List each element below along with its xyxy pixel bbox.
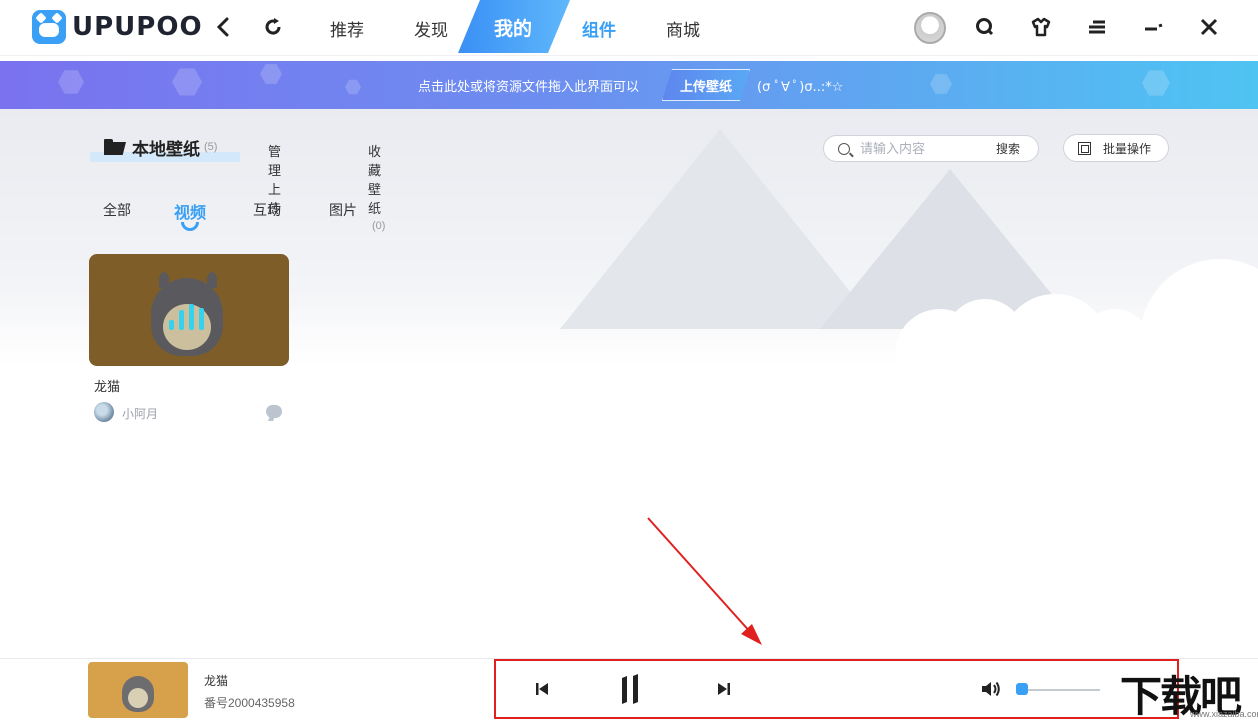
- folder-icon: [104, 139, 126, 155]
- back-icon[interactable]: [210, 14, 236, 40]
- player-bar: 龙猫 番号2000435958: [0, 658, 1258, 720]
- search-box: 搜索: [823, 135, 1039, 162]
- logo-cat-icon: [32, 10, 66, 44]
- search-field-icon: [838, 142, 850, 155]
- author-avatar[interactable]: [94, 402, 114, 422]
- search-button[interactable]: 搜索: [996, 140, 1020, 157]
- wallpaper-thumbnail[interactable]: [89, 254, 289, 366]
- top-bar: UPUPOO 推荐 发现 我的 组件 商城: [0, 0, 1258, 56]
- next-icon[interactable]: [714, 679, 734, 699]
- batch-label: 批量操作: [1103, 141, 1152, 156]
- tab-favorite-wallpapers[interactable]: 收藏壁纸 (0): [368, 141, 385, 232]
- banner-emote: (σ ﾟ∀ ﾟ)σ..:*☆: [757, 80, 844, 95]
- comment-icon[interactable]: [266, 405, 282, 418]
- site-watermark-logo: 下载吧 www.xiazaiba.com: [1120, 663, 1258, 720]
- local-wallpapers-label: 本地壁纸: [132, 139, 200, 159]
- tab-discover[interactable]: 发现: [414, 16, 448, 41]
- wallpaper-title[interactable]: 龙猫: [94, 376, 120, 395]
- author-name[interactable]: 小阿月: [122, 405, 158, 422]
- filter-image[interactable]: 图片: [329, 200, 357, 220]
- now-playing-title: 龙猫: [204, 674, 229, 688]
- volume-slider-track[interactable]: [1018, 689, 1100, 691]
- banner-text: 点击此处或将资源文件拖入此界面可以: [418, 79, 640, 94]
- filter-video[interactable]: 视频: [174, 199, 206, 223]
- now-playing-id: 番号2000435958: [204, 696, 295, 710]
- search-icon[interactable]: [972, 14, 998, 40]
- volume-slider-handle[interactable]: [1016, 683, 1029, 695]
- minimize-icon[interactable]: [1140, 14, 1166, 40]
- tab-store[interactable]: 商城: [666, 16, 700, 41]
- watermark-url: www.xiazaiba.com: [1190, 709, 1258, 719]
- pause-icon[interactable]: [614, 671, 646, 707]
- batch-icon: [1078, 141, 1091, 155]
- app-logo[interactable]: UPUPOO: [32, 10, 203, 44]
- search-input[interactable]: [860, 141, 980, 156]
- volume-icon[interactable]: [981, 680, 1001, 698]
- previous-icon[interactable]: [532, 679, 552, 699]
- tab-mine[interactable]: 我的: [494, 14, 532, 41]
- batch-operation-button[interactable]: 批量操作: [1063, 134, 1169, 162]
- upload-wallpaper-button[interactable]: 上传壁纸: [662, 69, 750, 101]
- tab-widgets[interactable]: 组件: [582, 16, 616, 41]
- skin-icon[interactable]: [1028, 14, 1054, 40]
- refresh-icon[interactable]: [260, 14, 286, 40]
- favorite-label: 收藏壁纸: [368, 144, 382, 216]
- logo-text: UPUPOO: [72, 12, 203, 42]
- filter-all[interactable]: 全部: [103, 200, 131, 220]
- tab-recommend[interactable]: 推荐: [330, 16, 364, 41]
- upload-banner[interactable]: 点击此处或将资源文件拖入此界面可以 上传壁纸 (σ ﾟ∀ ﾟ)σ..:*☆: [0, 61, 1258, 109]
- local-wallpapers-count: (5): [204, 141, 218, 153]
- menu-icon[interactable]: [1084, 14, 1110, 40]
- favorite-count: (0): [372, 220, 386, 232]
- tab-local-wallpapers[interactable]: 本地壁纸 (5): [90, 132, 240, 162]
- user-avatar[interactable]: [914, 12, 946, 44]
- playing-equalizer-icon: [169, 302, 204, 330]
- now-playing-thumbnail[interactable]: [88, 662, 188, 718]
- close-icon[interactable]: [1196, 14, 1222, 40]
- filter-interactive[interactable]: 互动: [253, 200, 281, 220]
